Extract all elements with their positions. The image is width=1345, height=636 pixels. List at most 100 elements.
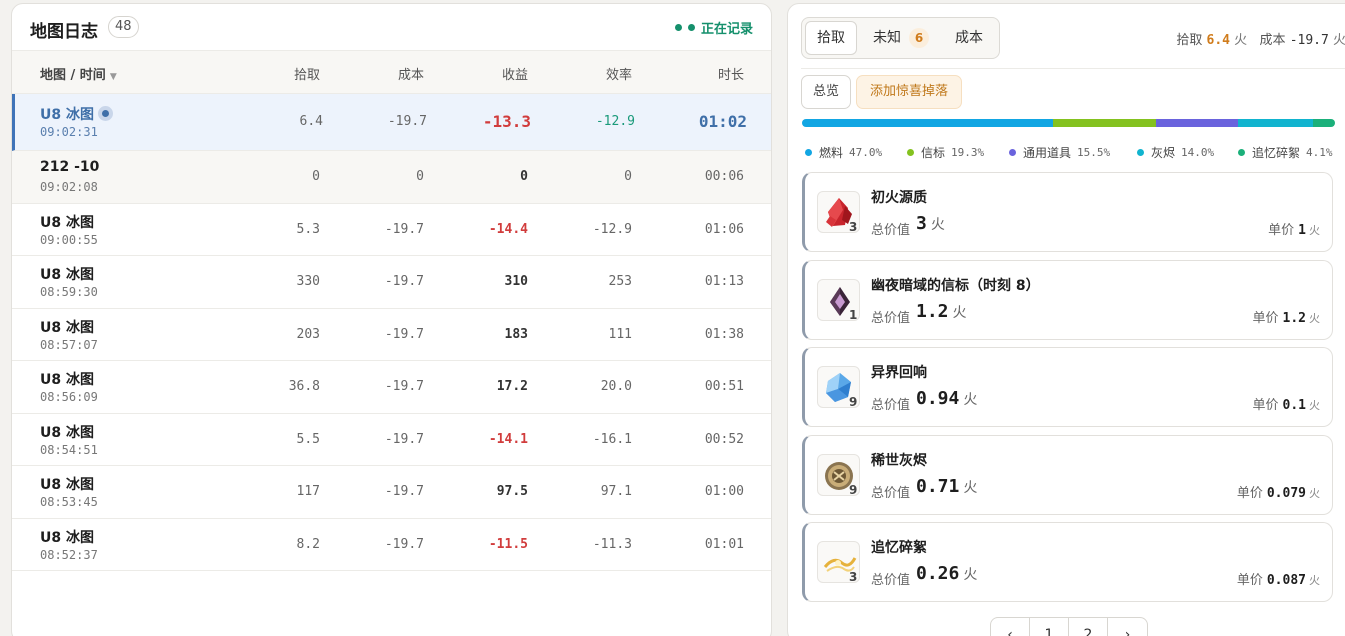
page-button-1[interactable]: 1 bbox=[1030, 618, 1069, 636]
prev-page-button[interactable]: ‹ bbox=[991, 618, 1030, 636]
legend-name: 信标 bbox=[921, 146, 946, 160]
column-header-efficiency[interactable]: 效率 bbox=[532, 64, 632, 83]
table-row[interactable]: U8 冰图 09:02:31 6.4 -19.7 -13.3 -12.9 01:… bbox=[12, 94, 771, 151]
row-duration: 00:06 bbox=[704, 169, 744, 184]
column-header-cost[interactable]: 成本 bbox=[324, 64, 424, 83]
summary-cost-label: 成本 bbox=[1259, 33, 1286, 48]
item-total-number: 0.71 bbox=[916, 476, 960, 497]
item-quantity: 9 bbox=[849, 483, 858, 497]
item-price-value: 0.1 bbox=[1282, 398, 1306, 413]
row-pickup: 5.5 bbox=[296, 431, 320, 447]
item-price-unit: 火 bbox=[1309, 487, 1320, 500]
legend-name: 通用道具 bbox=[1023, 146, 1072, 160]
row-cost: -19.7 bbox=[384, 484, 424, 499]
row-time: 08:56:09 bbox=[40, 390, 98, 404]
table-row[interactable]: U8 冰图 08:52:37 8.2 -19.7 -11.5 -11.3 01:… bbox=[12, 519, 771, 571]
summary-cost-value: -19.7 bbox=[1289, 33, 1329, 48]
breakdown-segment bbox=[802, 119, 1053, 127]
row-map-name: U8 冰图 bbox=[40, 424, 94, 441]
row-pickup: 330 bbox=[296, 274, 320, 289]
row-efficiency: 111 bbox=[608, 326, 632, 342]
item-total-value: 0.94 火 bbox=[916, 388, 977, 409]
table-row[interactable]: U8 冰图 08:59:30 330 -19.7 310 253 01:13 bbox=[12, 256, 771, 309]
row-cost: -19.7 bbox=[384, 326, 424, 342]
row-pickup: 117 bbox=[296, 484, 320, 499]
tab-pickup[interactable]: 拾取 bbox=[805, 21, 857, 55]
legend-pct: 19.3% bbox=[951, 146, 985, 159]
table-row[interactable]: U8 冰图 08:57:07 203 -19.7 183 111 01:38 bbox=[12, 309, 771, 361]
row-profit: 97.5 bbox=[496, 484, 528, 499]
drop-item-card[interactable]: 1 幽夜暗域的信标（时刻 8） 总价值 1.2 火 单价 1.2 火 bbox=[802, 260, 1333, 340]
row-pickup: 8.2 bbox=[296, 536, 320, 552]
column-header-map-time[interactable]: 地图 / 时间 ▼ bbox=[40, 64, 117, 83]
item-price-label: 单价 bbox=[1252, 311, 1279, 326]
divider bbox=[801, 68, 1345, 69]
row-duration: 00:52 bbox=[704, 431, 744, 447]
legend-item: 灰烬 14.0% bbox=[1137, 144, 1214, 161]
row-duration: 01:06 bbox=[704, 221, 744, 237]
item-total-number: 0.26 bbox=[916, 563, 960, 584]
map-log-count-badge: 48 bbox=[108, 16, 139, 38]
item-total-value: 0.26 火 bbox=[916, 563, 977, 584]
row-pickup: 6.4 bbox=[299, 114, 323, 129]
page-button-2[interactable]: 2 bbox=[1069, 618, 1108, 636]
drop-item-card[interactable]: 3 追忆碎絮 总价值 0.26 火 单价 0.087 火 bbox=[802, 522, 1333, 602]
legend-dot-icon bbox=[907, 149, 914, 156]
row-cost: -19.7 bbox=[384, 274, 424, 289]
legend-item: 燃料 47.0% bbox=[805, 144, 882, 161]
table-row[interactable]: U8 冰图 08:53:45 117 -19.7 97.5 97.1 01:00 bbox=[12, 466, 771, 519]
row-map-name: U8 冰图 bbox=[40, 214, 94, 231]
item-price-unit: 火 bbox=[1309, 574, 1320, 587]
row-pickup: 5.3 bbox=[296, 221, 320, 237]
item-price-value: 1.2 bbox=[1282, 311, 1306, 326]
drop-item-card[interactable]: 3 初火源质 总价值 3火 单价 1 火 bbox=[802, 172, 1333, 252]
column-header-pickup[interactable]: 拾取 bbox=[220, 64, 320, 83]
item-unit-price: 单价 0.087 火 bbox=[1237, 569, 1320, 588]
recording-dot-icon bbox=[674, 24, 682, 31]
row-time: 08:52:37 bbox=[40, 547, 98, 562]
sort-down-icon[interactable]: ▼ bbox=[110, 72, 117, 82]
map-log-panel: 地图日志 48 正在记录 地图 / 时间 ▼ 拾取 成本 收益 效率 时长 U8 … bbox=[11, 3, 772, 636]
item-total-number: 3 bbox=[916, 213, 927, 234]
column-header-profit[interactable]: 收益 bbox=[428, 64, 528, 83]
column-header-map-time-label: 地图 / 时间 bbox=[40, 68, 106, 83]
row-duration: 00:51 bbox=[704, 379, 744, 394]
summary-pickup-unit: 火 bbox=[1234, 33, 1248, 48]
row-pickup: 36.8 bbox=[288, 379, 320, 394]
table-row[interactable]: U8 冰图 08:54:51 5.5 -19.7 -14.1 -16.1 00:… bbox=[12, 414, 771, 466]
legend-name: 灰烬 bbox=[1151, 146, 1176, 160]
item-name: 幽夜暗域的信标（时刻 8） bbox=[871, 278, 1040, 294]
recording-dot-icon bbox=[687, 24, 695, 31]
row-efficiency: 97.1 bbox=[600, 484, 632, 499]
table-row[interactable]: 212 -10 09:02:08 0 0 0 0 00:06 bbox=[12, 151, 771, 204]
item-price-unit: 火 bbox=[1309, 224, 1320, 237]
tab-unknown[interactable]: 未知 6 bbox=[867, 21, 935, 55]
row-time: 09:02:08 bbox=[40, 180, 98, 194]
tab-cost[interactable]: 成本 bbox=[942, 21, 996, 55]
column-header-duration[interactable]: 时长 bbox=[644, 64, 744, 83]
unknown-count-badge: 6 bbox=[909, 28, 929, 48]
row-efficiency: 0 bbox=[624, 169, 632, 184]
table-row[interactable]: U8 冰图 08:56:09 36.8 -19.7 17.2 20.0 00:5… bbox=[12, 361, 771, 414]
row-profit: -14.1 bbox=[488, 431, 528, 447]
row-efficiency: -11.3 bbox=[592, 536, 632, 552]
drop-item-card[interactable]: 9 异界回响 总价值 0.94 火 单价 0.1 火 bbox=[802, 347, 1333, 427]
row-cost: -19.7 bbox=[384, 221, 424, 237]
overview-button[interactable]: 总览 bbox=[801, 75, 851, 109]
item-unit-price: 单价 0.079 火 bbox=[1237, 482, 1320, 501]
legend-pct: 4.1% bbox=[1306, 146, 1333, 159]
row-pickup: 0 bbox=[312, 169, 320, 184]
item-unit-price: 单价 0.1 火 bbox=[1253, 394, 1321, 413]
item-total-label: 总价值 bbox=[871, 311, 911, 326]
recording-status-label: 正在记录 bbox=[700, 22, 753, 37]
item-price-label: 单价 bbox=[1236, 573, 1263, 588]
table-row[interactable]: U8 冰图 09:00:55 5.3 -19.7 -14.4 -12.9 01:… bbox=[12, 204, 771, 256]
summary-pickup-label: 拾取 bbox=[1176, 33, 1203, 48]
item-unit-price: 单价 1.2 火 bbox=[1253, 307, 1321, 326]
row-time: 08:59:30 bbox=[40, 285, 98, 299]
next-page-button[interactable]: › bbox=[1108, 618, 1147, 636]
add-surprise-drop-button[interactable]: 添加惊喜掉落 bbox=[856, 75, 962, 109]
map-log-rows: U8 冰图 09:02:31 6.4 -19.7 -13.3 -12.9 01:… bbox=[12, 94, 771, 571]
row-time: 08:57:07 bbox=[40, 337, 98, 352]
drop-item-card[interactable]: 9 稀世灰烬 总价值 0.71 火 单价 0.079 火 bbox=[802, 435, 1333, 515]
